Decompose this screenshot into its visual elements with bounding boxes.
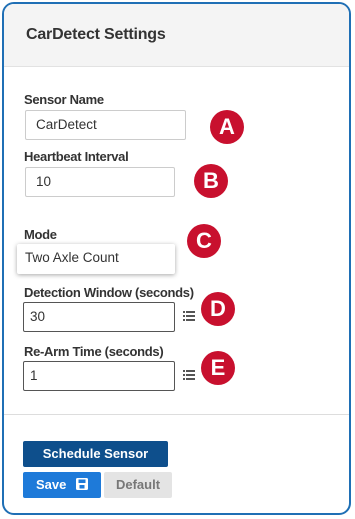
sensor-name-input[interactable]: CarDetect — [25, 110, 186, 140]
save-label: Save — [36, 477, 67, 492]
settings-panel: CarDetect Settings Sensor Name CarDetect… — [2, 2, 351, 515]
default-button[interactable]: Default — [104, 472, 172, 498]
mode-select[interactable]: Two Axle Count — [17, 244, 175, 274]
callout-badge-e: E — [201, 351, 235, 385]
mode-label: Mode — [24, 227, 57, 242]
divider — [4, 414, 349, 415]
page-title: CarDetect Settings — [26, 26, 166, 43]
detection-window-label: Detection Window (seconds) — [24, 285, 194, 300]
detection-window-input[interactable]: 30 — [23, 302, 175, 332]
rearm-time-label: Re-Arm Time (seconds) — [24, 344, 164, 359]
callout-badge-c: C — [187, 224, 221, 258]
heartbeat-interval-label: Heartbeat Interval — [24, 149, 129, 164]
rearm-time-input[interactable]: 1 — [23, 361, 175, 391]
callout-badge-d: D — [201, 292, 235, 326]
sensor-name-label: Sensor Name — [24, 92, 104, 107]
callout-badge-a: A — [210, 110, 244, 144]
save-button[interactable]: Save — [23, 472, 101, 498]
heartbeat-interval-input[interactable]: 10 — [25, 167, 175, 197]
schedule-sensor-button[interactable]: Schedule Sensor — [23, 441, 168, 467]
panel-header: CarDetect Settings — [4, 4, 349, 67]
list-icon[interactable] — [183, 311, 195, 321]
floppy-disk-icon — [76, 478, 88, 490]
callout-badge-b: B — [194, 164, 228, 198]
list-icon[interactable] — [183, 370, 195, 380]
